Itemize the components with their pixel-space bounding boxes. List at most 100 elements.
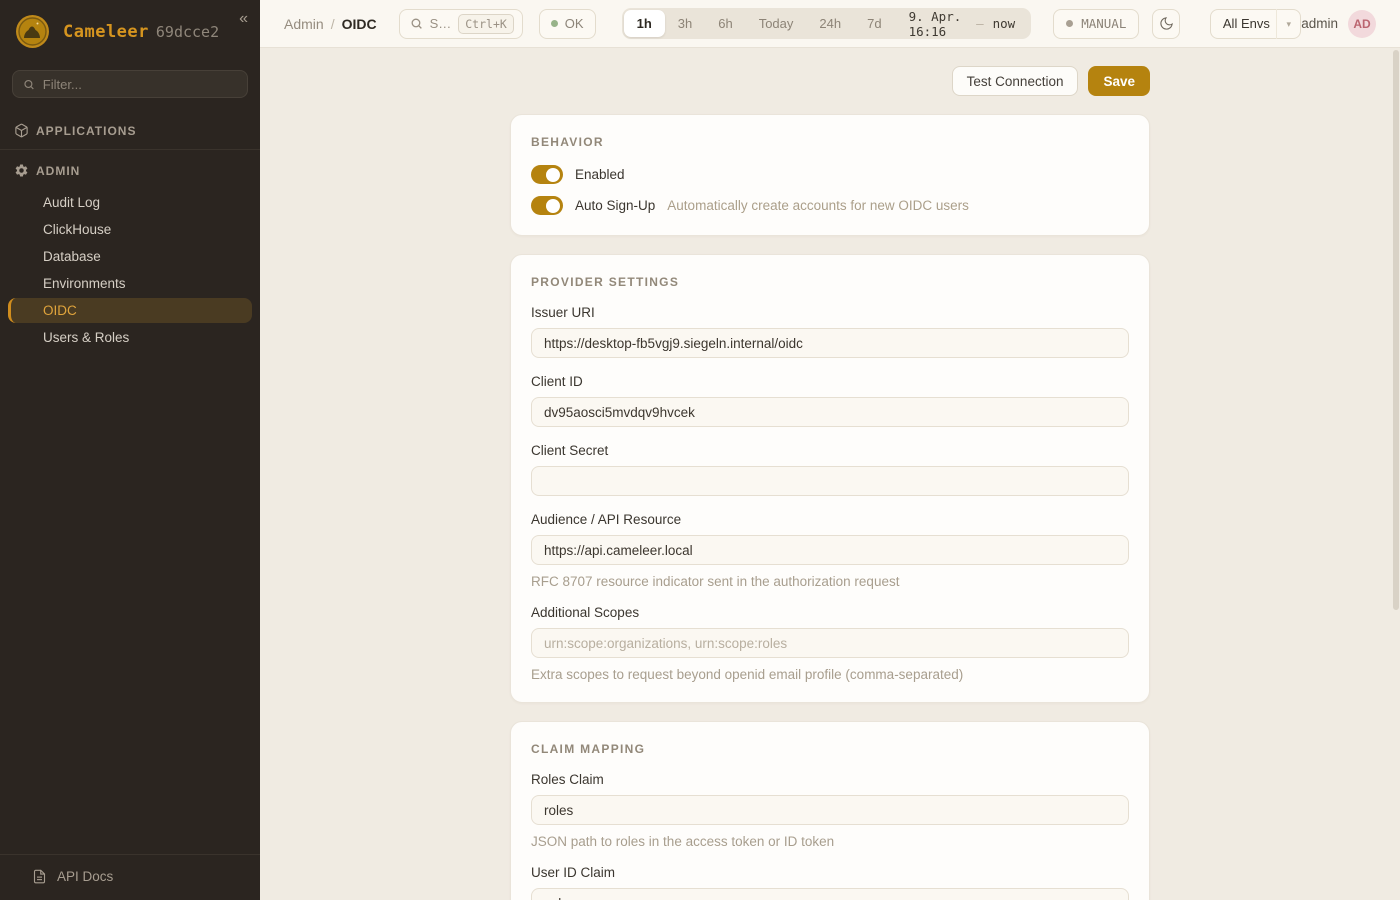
roles-claim-input[interactable] [531, 795, 1129, 825]
audience-field: Audience / API Resource RFC 8707 resourc… [531, 512, 1129, 589]
status-badge[interactable]: OK [539, 9, 596, 39]
status-label: OK [565, 16, 584, 31]
client-id-input[interactable] [531, 397, 1129, 427]
environment-value: All Envs [1211, 16, 1276, 31]
search-placeholder-text: S… [430, 16, 452, 31]
manual-dot [1066, 20, 1073, 27]
time-span-to: now [993, 16, 1016, 31]
field-label: Client Secret [531, 443, 1129, 458]
provider-settings-card: PROVIDER SETTINGS Issuer URI Client ID C… [510, 254, 1150, 703]
api-docs-label: API Docs [57, 869, 113, 884]
sidebar-item-api-docs[interactable]: API Docs [14, 869, 246, 884]
status-ok-dot [551, 20, 558, 27]
page-content: Test Connection Save BEHAVIOR Enabled Au… [260, 48, 1400, 900]
package-icon [14, 123, 29, 138]
issuer-uri-input[interactable] [531, 328, 1129, 358]
topbar: Admin / OIDC S… Ctrl+K OK 1h 3h 6h Today… [260, 0, 1400, 48]
field-label: User ID Claim [531, 865, 1129, 880]
page-actions: Test Connection Save [510, 66, 1150, 96]
behavior-card: BEHAVIOR Enabled Auto Sign-Up Automatica… [510, 114, 1150, 236]
field-hint: JSON path to roles in the access token o… [531, 834, 1129, 849]
chevron-down-icon: ▾ [1276, 9, 1300, 39]
environment-select[interactable]: All Envs ▾ [1210, 9, 1301, 39]
sidebar-item-clickhouse[interactable]: ClickHouse [8, 217, 252, 242]
manual-refresh-button[interactable]: MANUAL [1053, 9, 1139, 39]
time-range-3h[interactable]: 3h [665, 10, 705, 37]
sidebar-section-applications[interactable]: APPLICATIONS [0, 112, 260, 147]
auto-signup-toggle-row: Auto Sign-Up Automatically create accoun… [531, 196, 1129, 215]
toggle-label: Auto Sign-Up [575, 198, 655, 213]
toggle-label: Enabled [575, 167, 625, 182]
field-label: Issuer URI [531, 305, 1129, 320]
save-button[interactable]: Save [1088, 66, 1150, 96]
sidebar-section-admin[interactable]: ADMIN [0, 152, 260, 187]
claim-mapping-card: CLAIM MAPPING Roles Claim JSON path to r… [510, 721, 1150, 900]
audience-input[interactable] [531, 535, 1129, 565]
user-id-claim-field: User ID Claim Claim used as unique ident… [531, 865, 1129, 900]
brand-name: Cameleer [63, 22, 149, 42]
breadcrumb: Admin / OIDC [284, 16, 377, 32]
sidebar: Cameleer 69dcce2 « APPLICATIONS ADMIN Au… [0, 0, 260, 900]
app-window: Cameleer 69dcce2 « APPLICATIONS ADMIN Au… [0, 0, 1400, 900]
sidebar-collapse-icon[interactable]: « [239, 10, 248, 28]
document-icon [32, 869, 47, 884]
time-span-separator: – [976, 16, 984, 31]
breadcrumb-section[interactable]: Admin [284, 16, 324, 32]
card-title: PROVIDER SETTINGS [531, 275, 1129, 289]
username-label: admin [1301, 16, 1338, 31]
breadcrumb-page: OIDC [342, 16, 377, 32]
client-id-field: Client ID [531, 374, 1129, 427]
admin-menu: Audit Log ClickHouse Database Environmen… [0, 187, 260, 353]
camel-coin-logo [14, 13, 51, 50]
field-label: Client ID [531, 374, 1129, 389]
additional-scopes-input[interactable] [531, 628, 1129, 658]
time-range-7d[interactable]: 7d [854, 10, 894, 37]
moon-icon [1159, 16, 1174, 31]
field-hint: RFC 8707 resource indicator sent in the … [531, 574, 1129, 589]
section-label: ADMIN [36, 164, 80, 178]
client-secret-input[interactable] [531, 466, 1129, 496]
user-id-claim-input[interactable] [531, 888, 1129, 900]
breadcrumb-separator: / [331, 16, 335, 32]
enabled-toggle-row: Enabled [531, 165, 1129, 184]
theme-toggle-button[interactable] [1152, 9, 1180, 39]
brand-build: 69dcce2 [156, 23, 219, 41]
sidebar-divider [0, 149, 260, 150]
sidebar-footer: API Docs [0, 854, 260, 900]
filter-input[interactable] [43, 77, 237, 92]
test-connection-button[interactable]: Test Connection [952, 66, 1079, 96]
search-icon [410, 17, 423, 30]
field-label: Roles Claim [531, 772, 1129, 787]
field-hint: Extra scopes to request beyond openid em… [531, 667, 1129, 682]
sidebar-item-users-roles[interactable]: Users & Roles [8, 325, 252, 350]
main-area: Admin / OIDC S… Ctrl+K OK 1h 3h 6h Today… [260, 0, 1400, 900]
roles-claim-field: Roles Claim JSON path to roles in the ac… [531, 772, 1129, 849]
time-range-today[interactable]: Today [746, 10, 807, 37]
search-shortcut: Ctrl+K [458, 14, 514, 34]
sidebar-item-database[interactable]: Database [8, 244, 252, 269]
issuer-uri-field: Issuer URI [531, 305, 1129, 358]
client-secret-field: Client Secret [531, 443, 1129, 496]
sidebar-filter [0, 62, 260, 112]
additional-scopes-field: Additional Scopes Extra scopes to reques… [531, 605, 1129, 682]
sidebar-item-oidc[interactable]: OIDC [8, 298, 252, 323]
enabled-toggle[interactable] [531, 165, 563, 184]
card-title: BEHAVIOR [531, 135, 1129, 149]
section-label: APPLICATIONS [36, 124, 136, 138]
user-area: admin AD [1301, 10, 1376, 38]
avatar[interactable]: AD [1348, 10, 1376, 38]
time-span-display[interactable]: 9. Apr. 16:16 – now [895, 9, 1030, 39]
search-icon [23, 78, 35, 91]
sidebar-item-environments[interactable]: Environments [8, 271, 252, 296]
time-range-24h[interactable]: 24h [806, 10, 854, 37]
filter-box[interactable] [12, 70, 248, 98]
time-range-1h[interactable]: 1h [624, 10, 665, 37]
time-range-6h[interactable]: 6h [705, 10, 745, 37]
field-label: Additional Scopes [531, 605, 1129, 620]
manual-label: MANUAL [1081, 16, 1126, 31]
time-span-from: 9. Apr. 16:16 [909, 9, 968, 39]
scrollbar-thumb[interactable] [1393, 50, 1399, 610]
global-search[interactable]: S… Ctrl+K [399, 9, 523, 39]
sidebar-item-audit-log[interactable]: Audit Log [8, 190, 252, 215]
auto-signup-toggle[interactable] [531, 196, 563, 215]
